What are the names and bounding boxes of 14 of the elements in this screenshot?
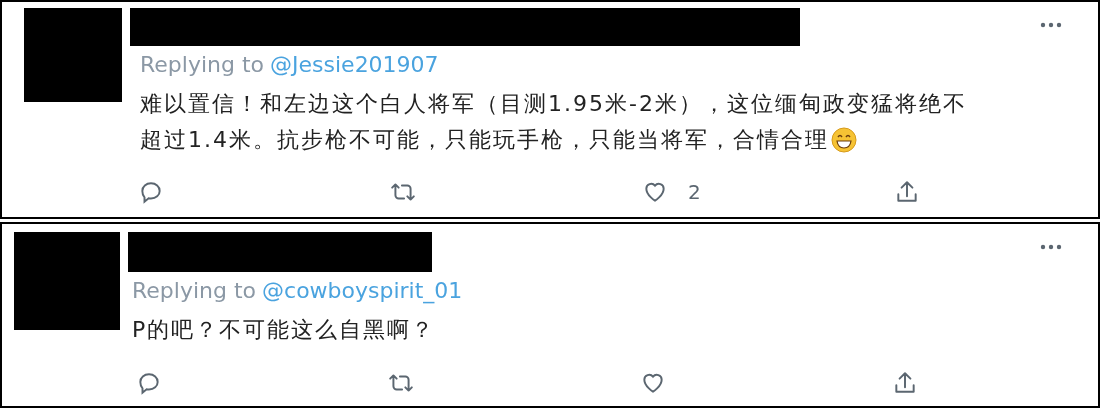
reply-icon[interactable] <box>136 370 162 396</box>
tweet-text-line: 超过1.4米。抗步枪不可能，只能玩手枪，只能当将军，合情合理 <box>140 126 829 154</box>
share-icon[interactable] <box>894 179 920 205</box>
tweet-text-line: P的吧？不可能这么自黑啊？ <box>132 316 436 344</box>
mention-link[interactable]: @cowboyspirit_01 <box>262 274 463 308</box>
more-icon[interactable] <box>1040 244 1062 250</box>
replying-label: Replying to <box>132 277 257 305</box>
mention-link[interactable]: @Jessie201907 <box>270 48 439 82</box>
tweet-text-line: 难以置信！和左边这个白人将军（目测1.95米-2米），这位缅甸政变猛将绝不 <box>140 90 967 118</box>
like-count: 2 <box>688 179 701 206</box>
more-icon[interactable] <box>1040 22 1062 28</box>
share-icon[interactable] <box>892 370 918 396</box>
reply-icon[interactable] <box>138 179 164 205</box>
replying-label: Replying to <box>140 51 265 79</box>
